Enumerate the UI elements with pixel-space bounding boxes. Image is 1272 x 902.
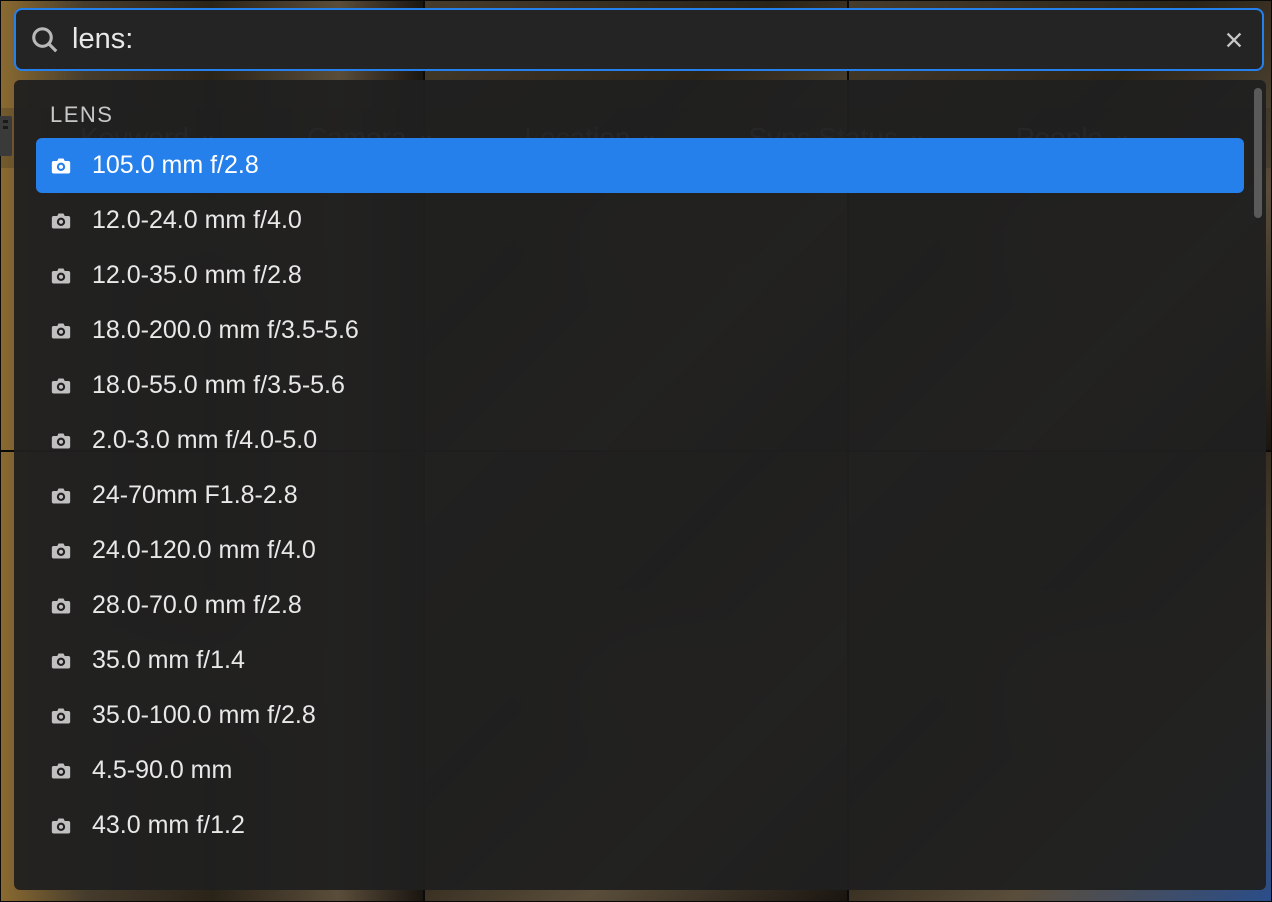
lens-option-label: 28.0-70.0 mm f/2.8 [92,591,302,620]
lens-option-label: 18.0-55.0 mm f/3.5-5.6 [92,371,345,400]
search-suggestions-dropdown: LENS 105.0 mm f/2.8 12.0-24.0 mm f/4.0 12.… [14,80,1266,890]
lens-option[interactable]: 35.0 mm f/1.4 [36,633,1244,688]
lens-option-label: 2.0-3.0 mm f/4.0-5.0 [92,426,317,455]
camera-icon [50,156,72,176]
search-bar [14,8,1264,71]
lens-option[interactable]: 43.0 mm f/1.2 [36,798,1244,853]
camera-icon [50,266,72,286]
dropdown-list: 105.0 mm f/2.8 12.0-24.0 mm f/4.0 12.0-35.… [14,134,1266,853]
camera-icon [50,486,72,506]
lens-option[interactable]: 105.0 mm f/2.8 [36,138,1244,193]
lens-option[interactable]: 18.0-200.0 mm f/3.5-5.6 [36,303,1244,358]
lens-option[interactable]: 4.5-90.0 mm [36,743,1244,798]
lens-option[interactable]: 18.0-55.0 mm f/3.5-5.6 [36,358,1244,413]
lens-option[interactable]: 12.0-24.0 mm f/4.0 [36,193,1244,248]
camera-icon [50,706,72,726]
search-input[interactable] [72,23,1220,56]
close-icon [1223,29,1245,51]
camera-icon [50,816,72,836]
camera-icon [50,376,72,396]
panel-handle[interactable] [0,116,12,156]
lens-option[interactable]: 2.0-3.0 mm f/4.0-5.0 [36,413,1244,468]
lens-option[interactable]: 35.0-100.0 mm f/2.8 [36,688,1244,743]
lens-option-label: 35.0 mm f/1.4 [92,646,245,675]
lens-option-label: 4.5-90.0 mm [92,756,232,785]
scrollbar-track[interactable] [1254,88,1262,882]
lens-option[interactable]: 12.0-35.0 mm f/2.8 [36,248,1244,303]
camera-icon [50,651,72,671]
lens-option-label: 43.0 mm f/1.2 [92,811,245,840]
camera-icon [50,211,72,231]
lens-option[interactable]: 28.0-70.0 mm f/2.8 [36,578,1244,633]
camera-icon [50,431,72,451]
clear-search-button[interactable] [1220,26,1248,54]
lens-option[interactable]: 24.0-120.0 mm f/4.0 [36,523,1244,578]
lens-option-label: 18.0-200.0 mm f/3.5-5.6 [92,316,359,345]
scrollbar-thumb[interactable] [1254,88,1262,218]
lens-option-label: 24-70mm F1.8-2.8 [92,481,298,510]
lens-option-label: 12.0-35.0 mm f/2.8 [92,261,302,290]
camera-icon [50,541,72,561]
lens-option-label: 12.0-24.0 mm f/4.0 [92,206,302,235]
search-icon [30,25,60,55]
lens-option[interactable]: 24-70mm F1.8-2.8 [36,468,1244,523]
lens-option-label: 35.0-100.0 mm f/2.8 [92,701,316,730]
camera-icon [50,596,72,616]
dropdown-section-header: LENS [14,80,1266,134]
lens-option-label: 24.0-120.0 mm f/4.0 [92,536,316,565]
camera-icon [50,761,72,781]
camera-icon [50,321,72,341]
lens-option-label: 105.0 mm f/2.8 [92,151,259,180]
